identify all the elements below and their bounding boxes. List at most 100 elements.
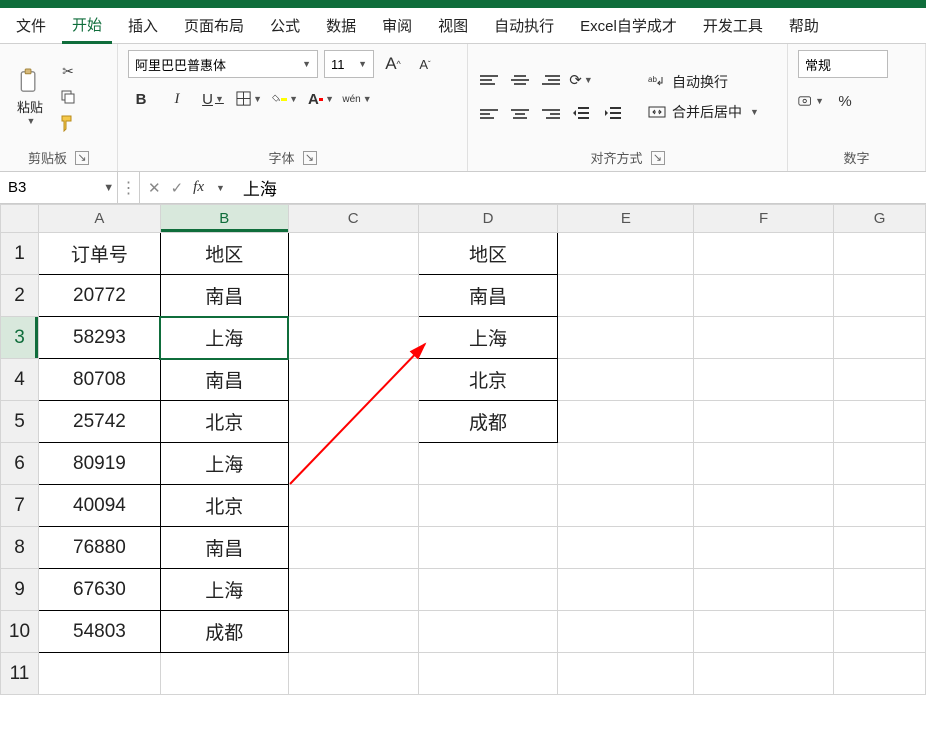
cell-F5[interactable] [694,401,834,443]
cell-C7[interactable] [288,485,418,527]
underline-button[interactable]: U▼ [200,86,226,112]
row-header-9[interactable]: 9 [1,569,39,611]
cell-B10[interactable]: 成都 [160,611,288,653]
menu-automate[interactable]: 自动执行 [484,9,564,42]
cell-E11[interactable] [558,653,694,695]
row-header-3[interactable]: 3 [1,317,39,359]
cell-B5[interactable]: 北京 [160,401,288,443]
increase-font-icon[interactable]: A^ [380,51,406,77]
menu-excel-self[interactable]: Excel自学成才 [570,9,687,42]
copy-icon[interactable] [58,87,78,107]
cell-D3[interactable]: 上海 [418,317,558,359]
row-header-5[interactable]: 5 [1,401,39,443]
cell-F11[interactable] [694,653,834,695]
cell-F7[interactable] [694,485,834,527]
row-header-6[interactable]: 6 [1,443,39,485]
fill-color-button[interactable]: ▼ [272,86,298,112]
cell-A7[interactable]: 40094 [38,485,160,527]
col-header-C[interactable]: C [288,205,418,233]
align-right-button[interactable] [538,103,562,125]
row-header-4[interactable]: 4 [1,359,39,401]
font-name-combo[interactable]: 阿里巴巴普惠体▼ [128,50,318,78]
cell-D7[interactable] [418,485,558,527]
row-header-2[interactable]: 2 [1,275,39,317]
spreadsheet-grid[interactable]: A B C D E F G 1 订单号 地区 地区 2 20772 南昌 南昌 … [0,204,926,695]
align-center-button[interactable] [508,103,532,125]
menu-home[interactable]: 开始 [62,8,112,44]
name-box-dropdown[interactable]: ▼ [100,182,117,194]
cell-E2[interactable] [558,275,694,317]
cell-D5[interactable]: 成都 [418,401,558,443]
cell-G1[interactable] [834,233,926,275]
cell-E9[interactable] [558,569,694,611]
cell-F4[interactable] [694,359,834,401]
cell-F3[interactable] [694,317,834,359]
cell-A11[interactable] [38,653,160,695]
row-header-10[interactable]: 10 [1,611,39,653]
percent-button[interactable]: % [832,88,858,114]
cell-G11[interactable] [834,653,926,695]
menu-developer[interactable]: 开发工具 [693,9,773,42]
cell-B6[interactable]: 上海 [160,443,288,485]
italic-button[interactable]: I [164,86,190,112]
cell-C1[interactable] [288,233,418,275]
menu-file[interactable]: 文件 [6,9,56,42]
cell-C2[interactable] [288,275,418,317]
cell-D1[interactable]: 地区 [418,233,558,275]
cell-D8[interactable] [418,527,558,569]
cell-F9[interactable] [694,569,834,611]
paste-button[interactable]: 粘贴 ▼ [10,68,50,126]
alignment-launcher[interactable]: ↘ [651,151,665,165]
col-header-A[interactable]: A [38,205,160,233]
cell-A1[interactable]: 订单号 [38,233,160,275]
cell-F1[interactable] [694,233,834,275]
cell-C6[interactable] [288,443,418,485]
cell-B11[interactable] [160,653,288,695]
format-painter-icon[interactable] [58,113,78,133]
col-header-D[interactable]: D [418,205,558,233]
cell-E8[interactable] [558,527,694,569]
cell-G7[interactable] [834,485,926,527]
number-format-combo[interactable]: 常规 [798,50,888,78]
col-header-B[interactable]: B [160,205,288,233]
cell-E10[interactable] [558,611,694,653]
bold-button[interactable]: B [128,86,154,112]
cell-G6[interactable] [834,443,926,485]
decrease-indent-button[interactable] [568,101,594,127]
fx-icon[interactable]: fx [193,179,204,196]
name-box-expand[interactable]: ⋮ [118,172,140,203]
align-top-button[interactable] [478,69,502,91]
cell-C3[interactable] [288,317,418,359]
cell-C4[interactable] [288,359,418,401]
cell-A9[interactable]: 67630 [38,569,160,611]
align-bottom-button[interactable] [538,69,562,91]
menu-page-layout[interactable]: 页面布局 [174,9,254,42]
wrap-text-button[interactable]: ab 自动换行 [648,72,759,92]
col-header-E[interactable]: E [558,205,694,233]
row-header-1[interactable]: 1 [1,233,39,275]
cell-B4[interactable]: 南昌 [160,359,288,401]
formula-input[interactable] [233,172,926,203]
cell-B7[interactable]: 北京 [160,485,288,527]
cell-D10[interactable] [418,611,558,653]
currency-button[interactable]: ▼ [798,88,824,114]
cell-D11[interactable] [418,653,558,695]
cell-E4[interactable] [558,359,694,401]
cell-B8[interactable]: 南昌 [160,527,288,569]
cell-E1[interactable] [558,233,694,275]
cell-C10[interactable] [288,611,418,653]
border-button[interactable]: ▼ [236,86,262,112]
cell-A6[interactable]: 80919 [38,443,160,485]
menu-help[interactable]: 帮助 [779,9,829,42]
cell-B3[interactable]: 上海 [160,317,288,359]
cell-D4[interactable]: 北京 [418,359,558,401]
cell-F8[interactable] [694,527,834,569]
align-middle-button[interactable] [508,69,532,91]
menu-data[interactable]: 数据 [316,9,366,42]
col-header-F[interactable]: F [694,205,834,233]
font-launcher[interactable]: ↘ [303,151,317,165]
row-header-11[interactable]: 11 [1,653,39,695]
cell-A10[interactable]: 54803 [38,611,160,653]
cell-G3[interactable] [834,317,926,359]
cell-E5[interactable] [558,401,694,443]
